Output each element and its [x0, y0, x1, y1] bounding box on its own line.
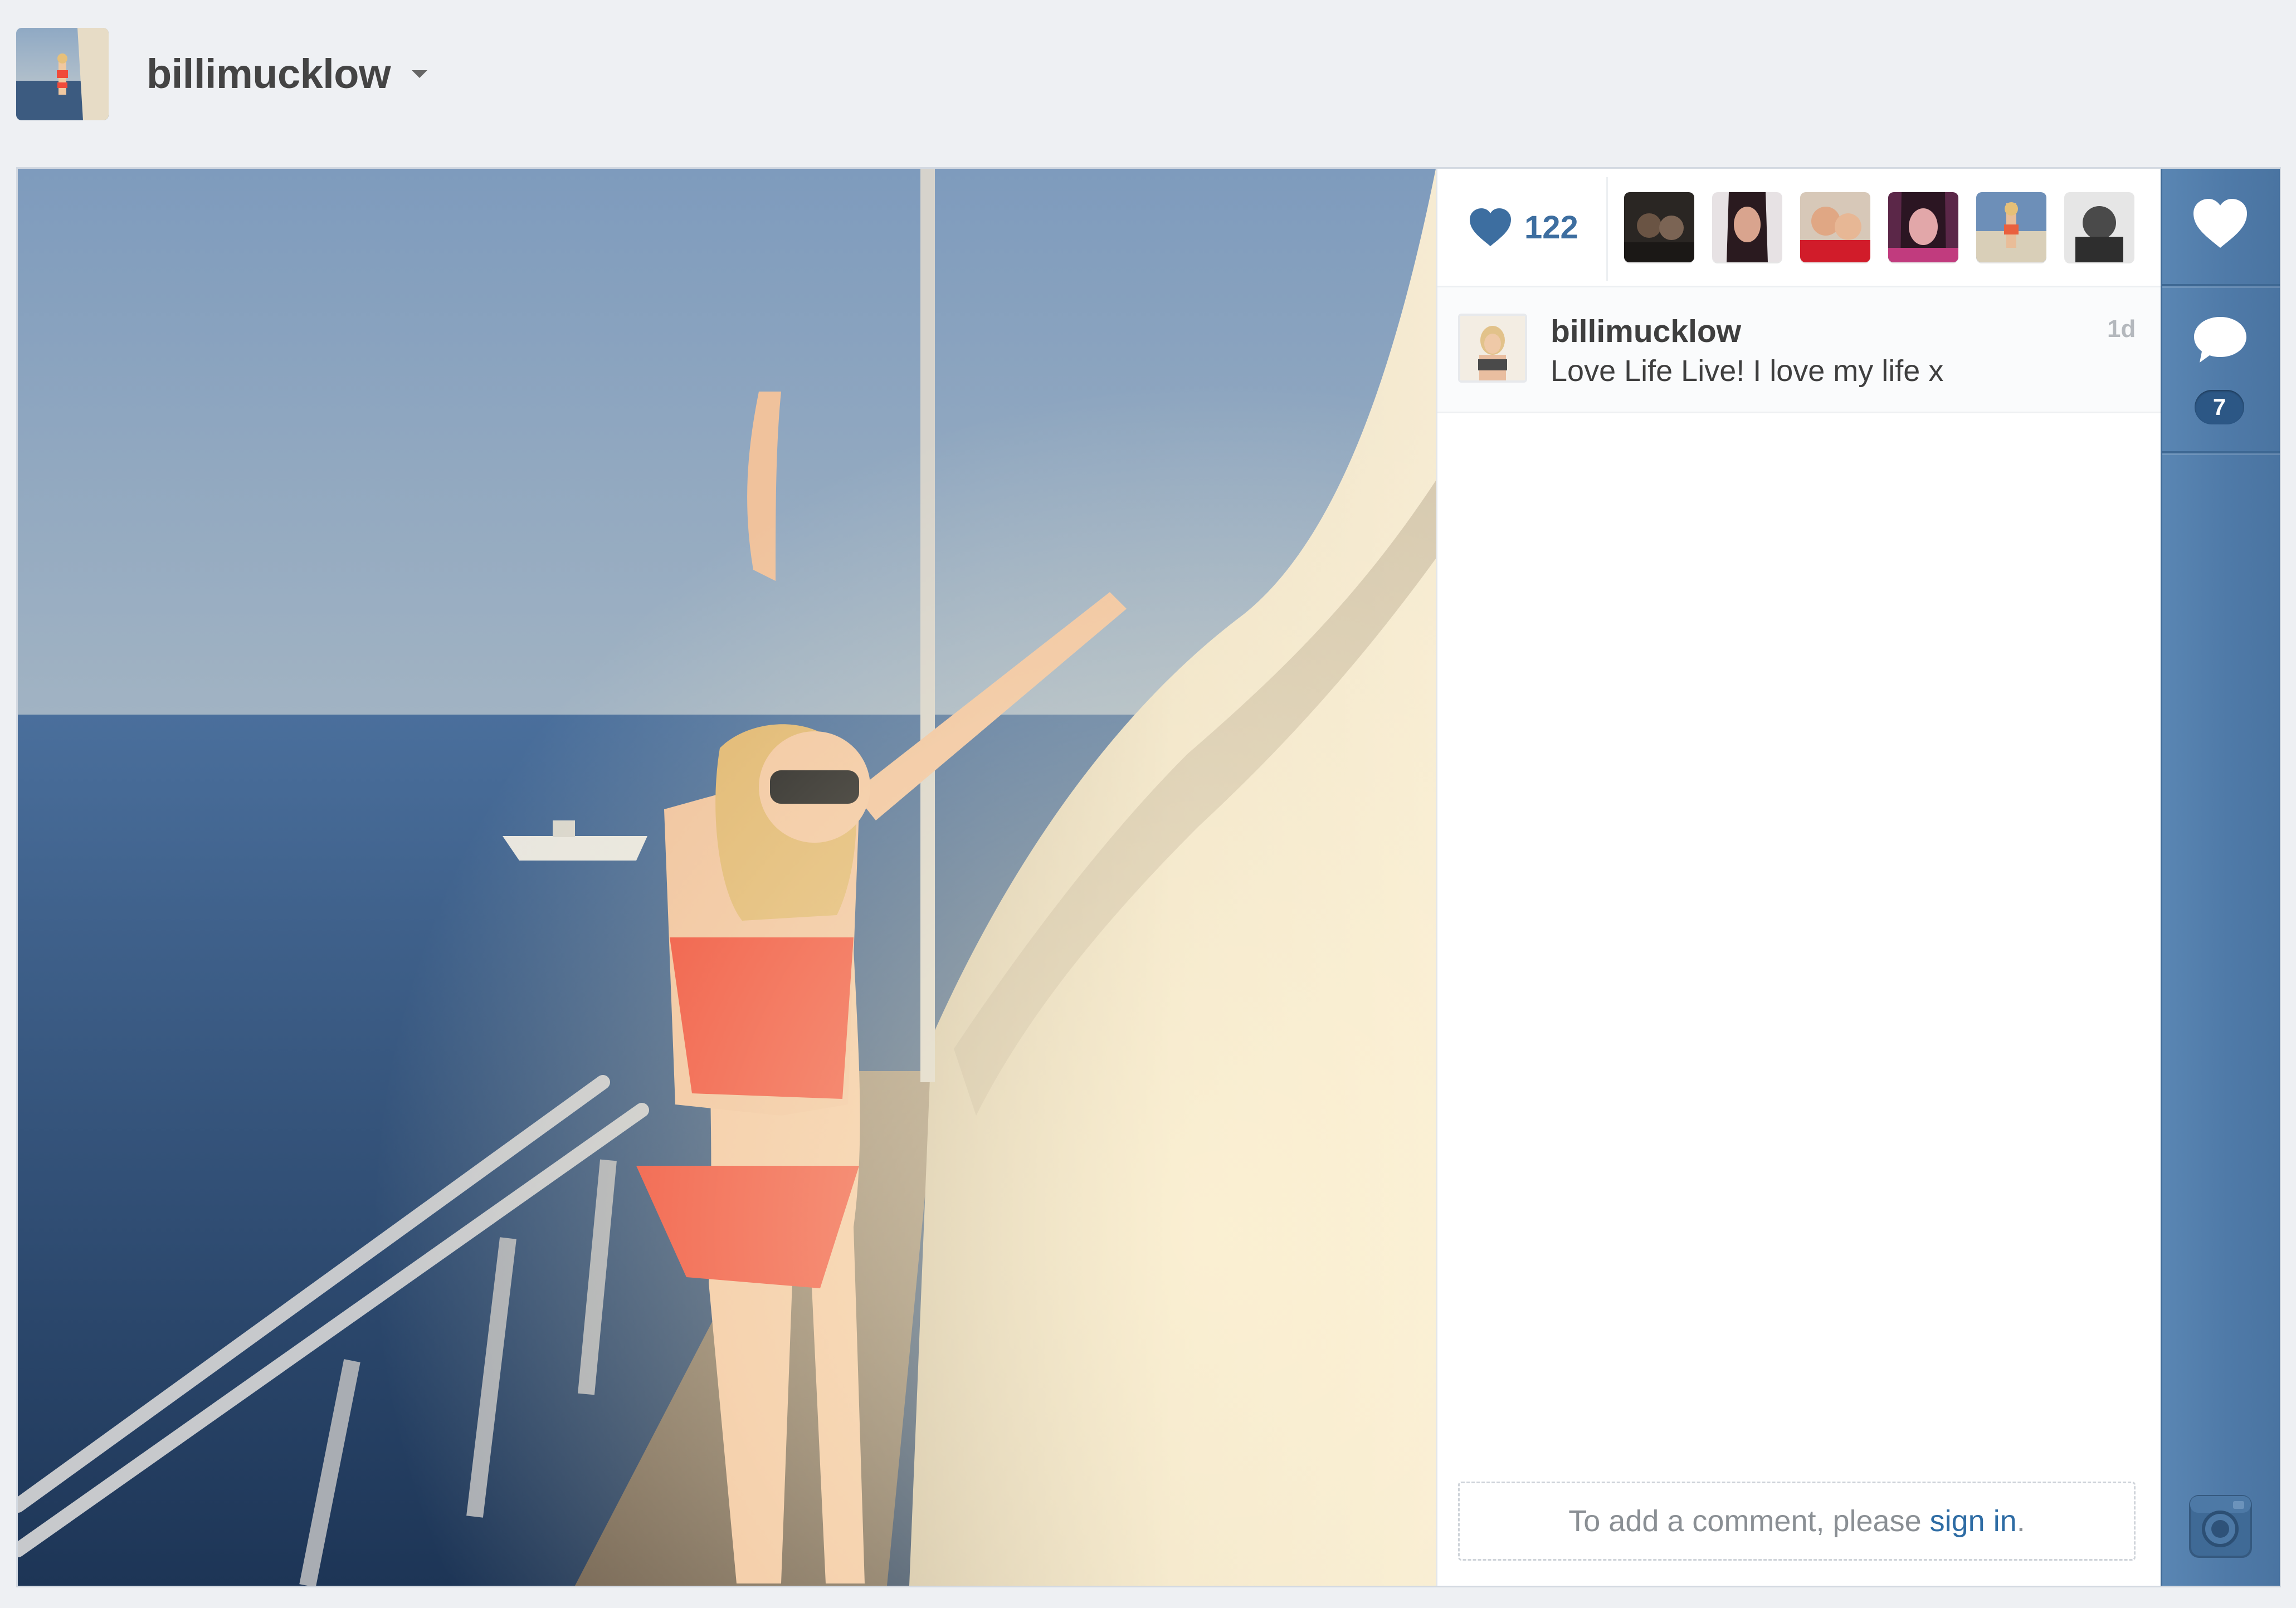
caption-row: [1437, 287, 2161, 413]
comment-prompt: To add a comment, please sign in.: [1458, 1482, 2136, 1561]
rail-divider: [2162, 451, 2280, 453]
instagram-camera-icon[interactable]: [2188, 1494, 2253, 1558]
chevron-down-icon[interactable]: [412, 70, 427, 78]
heart-icon[interactable]: [1469, 207, 1512, 247]
comment-bubble-icon: [2194, 317, 2246, 363]
action-rail: [2161, 169, 2280, 1586]
comment-prompt-suffix: .: [2016, 1504, 2025, 1538]
comment-count-badge: 7: [2195, 390, 2244, 424]
comment-button[interactable]: [2192, 315, 2249, 365]
rail-divider: [2162, 284, 2280, 286]
liker-avatar-6[interactable]: [2064, 192, 2134, 262]
account-username[interactable]: billimucklow: [147, 49, 391, 99]
post-timestamp: 1d: [2107, 315, 2136, 343]
liker-avatar-5[interactable]: [1976, 192, 2046, 262]
heart-icon: [2193, 199, 2247, 248]
like-count[interactable]: 122: [1524, 207, 1578, 248]
caption-avatar[interactable]: [1458, 314, 1527, 383]
caption-text: Love Life Live! I love my life x: [1551, 354, 1944, 388]
liker-avatar-3[interactable]: [1800, 192, 1870, 262]
post-photo[interactable]: [18, 169, 1436, 1586]
header-avatar[interactable]: [16, 28, 109, 120]
caption-username[interactable]: billimucklow: [1551, 312, 1741, 351]
liker-avatar-2[interactable]: [1712, 192, 1782, 262]
liker-avatar-4[interactable]: [1888, 192, 1958, 262]
comment-prompt-prefix: To add a comment, please: [1568, 1504, 1930, 1538]
sign-in-link[interactable]: sign in: [1930, 1504, 2017, 1538]
likes-divider: [1606, 177, 1608, 281]
like-button[interactable]: [2192, 198, 2248, 249]
liker-avatar-1[interactable]: [1624, 192, 1694, 262]
